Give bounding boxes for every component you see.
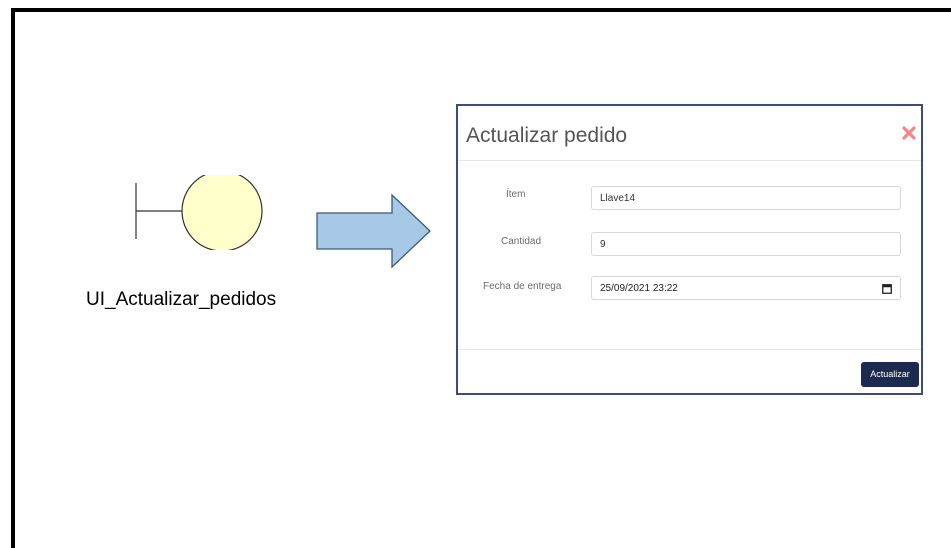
item-input[interactable] (591, 186, 901, 210)
delivery-date-input[interactable]: 25/09/2021 23:22 (591, 276, 901, 300)
modal-title: Actualizar pedido (466, 124, 628, 147)
boundary-circle (181, 175, 263, 250)
modal-footer-divider (458, 349, 921, 350)
arrow-shape (316, 193, 431, 269)
boundary-label: UI_Actualizar_pedidos (86, 289, 277, 310)
update-button[interactable]: Actualizar (861, 362, 919, 387)
quantity-input[interactable] (591, 232, 901, 256)
boundary-symbol-icon (135, 175, 263, 250)
delivery-date-label: Fecha de entrega (483, 281, 562, 292)
quantity-label: Cantidad (501, 236, 542, 247)
update-order-modal: Actualizar pedido Ítem Cantidad Fecha de… (456, 104, 923, 395)
right-arrow-icon (316, 193, 431, 269)
delivery-date-value: 25/09/2021 23:22 (600, 283, 678, 294)
modal-header-divider (458, 160, 921, 161)
item-label: Ítem (506, 189, 526, 200)
calendar-icon[interactable] (882, 283, 892, 294)
close-icon[interactable] (901, 125, 917, 141)
